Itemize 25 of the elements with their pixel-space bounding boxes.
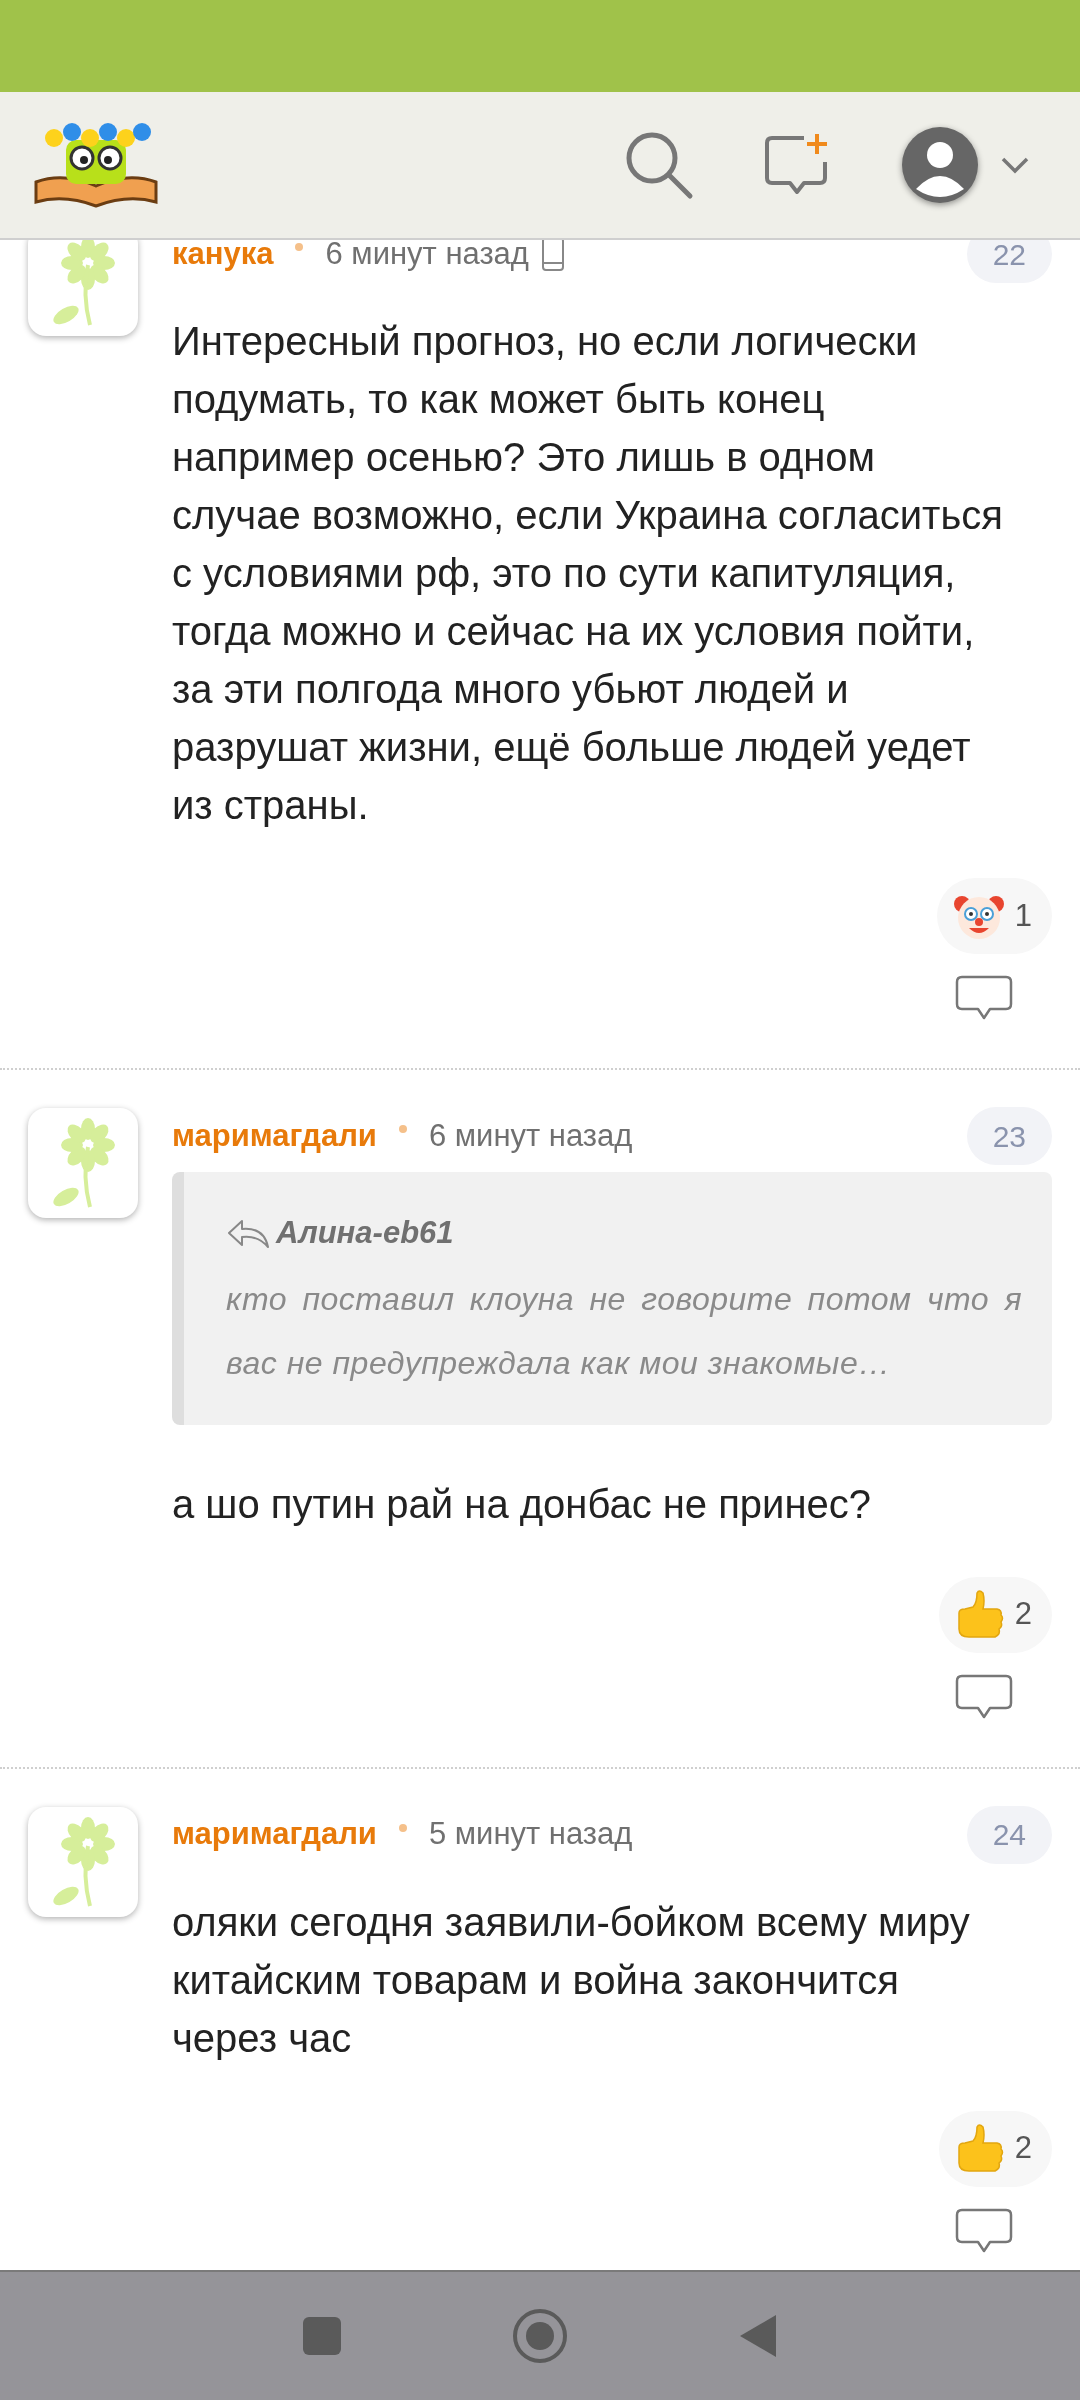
reaction-button[interactable]: 1 — [936, 878, 1052, 954]
chevron-down-icon[interactable] — [1000, 156, 1030, 174]
reply-arrow-icon — [226, 1217, 270, 1250]
reaction-button[interactable]: 2 — [938, 1576, 1052, 1653]
comment-text: а шо путин рай на донбас не принес? — [172, 1480, 873, 1528]
author-name[interactable]: маримагдали — [172, 1112, 377, 1160]
quote-author[interactable]: Алина-eb61 — [276, 1210, 454, 1257]
user-avatar-icon[interactable] — [900, 125, 980, 205]
back-icon[interactable] — [738, 2313, 778, 2359]
quote-text: кто поставил клоуна не говорите потом что я вас не предупреждала как мои знакомые… — [226, 1279, 1022, 1383]
comment-number[interactable]: 24 — [966, 1805, 1052, 1864]
author-name[interactable]: маримагдали — [172, 1811, 377, 1858]
home-icon[interactable] — [512, 2308, 568, 2364]
comment-time: 6 минут назад — [428, 1116, 633, 1155]
comment-number[interactable]: 22 — [966, 240, 1052, 283]
comment-time: 5 минут назад — [428, 1815, 633, 1854]
search-icon[interactable] — [624, 130, 694, 200]
comment-text: Интересный прогноз, но если логически подумать, то как может быть конец например осенью? Это лишь в одном случае возможно, если Украина согласиться с условиями рф, это по сути капитуляция, тогда можно и сейчас на их условия пойти, за эти полгода много убьют людей и разрушат жизни, ещё больше людей уедет из страны. — [172, 318, 1004, 829]
comment-number[interactable]: 23 — [966, 1107, 1052, 1165]
author-name[interactable]: канука — [172, 240, 274, 278]
comment-text: оляки сегодня заявили-бойком всему миру китайским товарам и война закончится через час — [172, 1898, 971, 2062]
recents-icon[interactable] — [302, 2316, 342, 2356]
logo-icon[interactable] — [34, 120, 158, 210]
reaction-button[interactable]: 2 — [938, 2110, 1052, 2187]
comment-time: 6 минут назад — [325, 240, 529, 273]
